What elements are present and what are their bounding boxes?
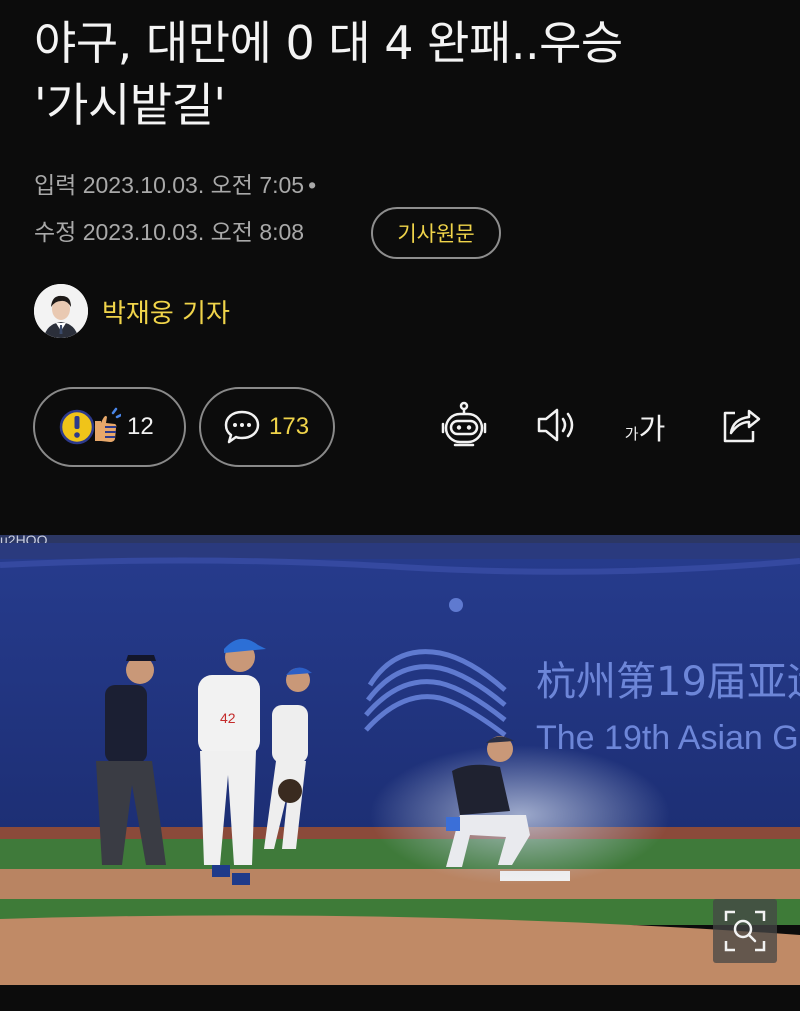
font-size-icon: 가가 xyxy=(625,406,666,448)
share-icon xyxy=(717,403,763,451)
font-size-button[interactable]: 가가 xyxy=(618,400,672,454)
share-button[interactable] xyxy=(713,400,767,454)
jersey-number: 42 xyxy=(220,710,236,726)
article-title-line1: 야구, 대만에 0 대 4 완패..우승 xyxy=(34,16,623,70)
edit-label: 수정 xyxy=(34,219,77,245)
input-label: 입력 xyxy=(34,172,77,198)
summary-bot-button[interactable] xyxy=(437,400,491,454)
comment-count: 173 xyxy=(269,413,310,440)
input-timestamp: 입력 2023.10.03. 오전 7:05 • xyxy=(34,170,316,200)
comment-button[interactable]: 173 xyxy=(199,387,335,467)
input-time: 2023.10.03. 오전 7:05 xyxy=(82,172,305,198)
baseball-photo: u2HOO 杭州第19届亚运 The 19th Asian Gar 42 xyxy=(0,535,800,985)
robot-icon xyxy=(439,400,489,454)
article-photo[interactable]: u2HOO 杭州第19届亚运 The 19th Asian Gar 42 xyxy=(0,535,800,985)
separator-dot: • xyxy=(308,172,317,198)
font-size-big-glyph: 가 xyxy=(638,412,666,446)
reaction-button[interactable]: 12 xyxy=(33,387,186,467)
speech-bubble-icon xyxy=(223,408,261,446)
surprise-thumb-icon xyxy=(59,405,123,449)
author-name[interactable]: 박재웅 기자 xyxy=(102,293,230,330)
author-row[interactable]: 박재웅 기자 xyxy=(34,284,230,338)
reaction-count: 12 xyxy=(127,413,154,440)
article-title: 야구, 대만에 0 대 4 완패..우승 '가시밭길' xyxy=(34,12,774,136)
edit-timestamp: 수정 2023.10.03. 오전 8:08 xyxy=(34,217,304,247)
edit-time: 2023.10.03. 오전 8:08 xyxy=(82,219,305,245)
avatar[interactable] xyxy=(34,284,88,338)
banner-chinese-text: 杭州第19届亚运 xyxy=(536,659,800,705)
font-size-small-glyph: 가 xyxy=(624,425,639,443)
image-zoom-button[interactable] xyxy=(713,899,777,963)
speaker-icon xyxy=(533,405,579,449)
original-article-button[interactable]: 기사원문 xyxy=(371,207,501,259)
bottom-spacer xyxy=(0,985,800,1011)
article-title-line2: '가시밭길' xyxy=(34,78,226,132)
text-to-speech-button[interactable] xyxy=(529,400,583,454)
image-search-icon xyxy=(723,909,767,957)
